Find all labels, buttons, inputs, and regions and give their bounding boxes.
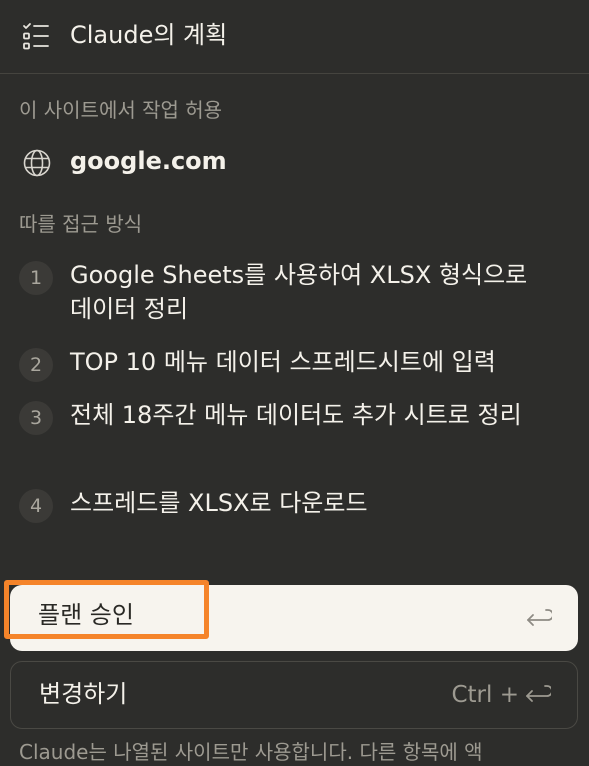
step-text: 전체 18주간 메뉴 데이터도 추가 시트로 정리	[70, 401, 522, 429]
step-number: 4	[19, 489, 53, 523]
footer-note: Claude는 나열된 사이트만 사용합니다. 다른 항목에 액	[19, 740, 483, 764]
step-number: 1	[19, 261, 53, 295]
permission-label: 이 사이트에서 작업 허용	[19, 98, 223, 122]
approve-plan-button[interactable]: 플랜 승인	[10, 585, 578, 651]
step-text: TOP 10 메뉴 데이터 스프레드시트에 입력	[70, 348, 496, 376]
approve-plan-label: 플랜 승인	[38, 601, 134, 629]
plan-title: Claude의 계획	[70, 21, 228, 49]
change-plan-button[interactable]: 변경하기 Ctrl +	[10, 661, 578, 729]
step-text: 스프레드를 XLSX로 다운로드	[70, 489, 368, 517]
step-number: 3	[19, 401, 53, 435]
enter-icon	[526, 685, 551, 702]
plan-header: Claude의 계획	[0, 0, 589, 74]
checklist-icon	[23, 23, 49, 50]
step-number: 2	[19, 348, 53, 382]
change-plan-label: 변경하기	[39, 680, 128, 708]
change-shortcut: Ctrl +	[451, 678, 551, 712]
globe-icon	[23, 149, 51, 177]
approach-label: 따를 접근 방식	[19, 212, 143, 236]
enter-icon	[527, 609, 552, 626]
step-text: Google Sheets를 사용하여 XLSX 형식으로 데이터 정리	[70, 261, 528, 323]
allowed-site: google.com	[0, 142, 589, 182]
allowed-domain: google.com	[70, 147, 227, 175]
shortcut-text: Ctrl +	[451, 682, 519, 708]
